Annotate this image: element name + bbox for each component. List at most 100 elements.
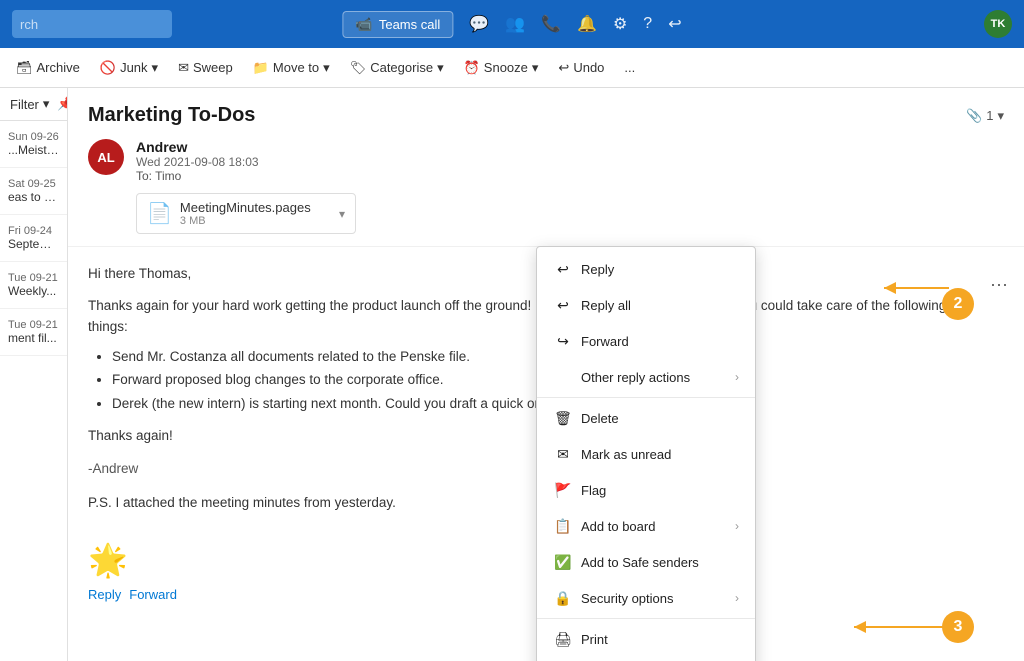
people-icon[interactable]: 👥 <box>505 14 525 34</box>
forward-icon: ↪ <box>553 331 573 351</box>
menu-reply-all-label: Reply all <box>581 298 631 313</box>
snooze-button[interactable]: ⏰ Snooze ▾ <box>456 56 547 80</box>
list-item[interactable]: Tue 09-21 ment fil... <box>0 309 67 356</box>
sweep-button[interactable]: ✉ Sweep <box>170 56 241 80</box>
categorise-icon: 🏷 <box>350 60 367 76</box>
menu-item-safe-senders[interactable]: ✅ Add to Safe senders <box>537 544 755 580</box>
email-count-area: 📎 1 ▾ <box>966 108 1004 124</box>
safe-sender-icon: ✅ <box>553 552 573 572</box>
menu-item-other-reply[interactable]: Other reply actions › <box>537 359 755 395</box>
menu-add-board-label: Add to board <box>581 519 655 534</box>
filter-label: Filter <box>10 97 39 112</box>
more-button[interactable]: ... <box>616 56 643 79</box>
top-bar: 📹 Teams call 💬 👥 📞 🔔 ⚙ ? ↩ TK <box>0 0 1024 48</box>
teams-call-label: Teams call <box>379 17 440 32</box>
email-meta: AL Andrew Wed 2021-09-08 18:03 To: Timo <box>88 139 1004 183</box>
gear-icon[interactable]: ⚙ <box>613 14 627 34</box>
junk-button[interactable]: 🚫 Junk ▾ <box>92 56 166 80</box>
menu-divider <box>537 397 755 398</box>
chevron-down-icon: ▾ <box>997 108 1004 124</box>
top-bar-center: 📹 Teams call 💬 👥 📞 🔔 ⚙ ? ↩ <box>342 11 681 38</box>
sidebar-item-date: Tue 09-21 <box>8 272 59 284</box>
callout-3: 3 <box>942 611 974 643</box>
chat-icon[interactable]: 💬 <box>469 14 489 34</box>
undo-button[interactable]: ↩ Undo <box>550 56 612 80</box>
chevron-right-icon: › <box>735 591 739 605</box>
menu-item-print[interactable]: 🖨 Print <box>537 621 755 657</box>
attachment-size: 3 MB <box>180 215 311 227</box>
menu-item-security[interactable]: 🔒 Security options › <box>537 580 755 616</box>
menu-item-mark-unread[interactable]: ✉ Mark as unread <box>537 436 755 472</box>
sidebar-item-sender: September... <box>8 237 59 251</box>
forward-link[interactable]: Forward <box>129 587 177 602</box>
sidebar-item-date: Sat 09-25 <box>8 178 59 190</box>
main-layout: Filter ▾ 📌 Sun 09-26 ...Meister... Sat 0… <box>0 88 1024 661</box>
menu-divider <box>537 618 755 619</box>
chevron-down-icon: ▾ <box>152 60 159 76</box>
board-icon: 📋 <box>553 516 573 536</box>
flag-icon: 🚩 <box>553 480 573 500</box>
archive-button[interactable]: 🗃 Archive <box>8 56 88 80</box>
sender-info: Andrew Wed 2021-09-08 18:03 To: Timo <box>136 139 259 183</box>
chevron-down-icon: ▾ <box>323 60 330 76</box>
menu-mark-unread-label: Mark as unread <box>581 447 671 462</box>
menu-flag-label: Flag <box>581 483 606 498</box>
menu-item-delete[interactable]: 🗑 Delete <box>537 400 755 436</box>
menu-safe-senders-label: Add to Safe senders <box>581 555 699 570</box>
menu-item-forward[interactable]: ↪ Forward <box>537 323 755 359</box>
context-menu: ↩ Reply ↩ Reply all ↪ Forward Oth <box>536 246 756 661</box>
sender-to: To: Timo <box>136 169 259 183</box>
sidebar-item-date: Fri 09-24 <box>8 225 59 237</box>
attachment-name: MeetingMinutes.pages <box>180 200 311 215</box>
undo-icon: ↩ <box>558 60 569 76</box>
sender-date: Wed 2021-09-08 18:03 <box>136 155 259 169</box>
video-icon: 📹 <box>355 16 372 33</box>
search-input[interactable] <box>12 10 172 38</box>
email-subject: Marketing To-Dos <box>88 104 255 127</box>
list-item[interactable]: Tue 09-21 Weekly... <box>0 262 67 309</box>
mark-unread-icon: ✉ <box>553 444 573 464</box>
categorise-button[interactable]: 🏷 Categorise ▾ <box>342 56 452 80</box>
bell-icon[interactable]: 🔔 <box>577 14 597 34</box>
print-icon: 🖨 <box>553 629 573 649</box>
top-bar-icons: TK <box>984 10 1012 38</box>
delete-icon: 🗑 <box>553 408 573 428</box>
menu-print-label: Print <box>581 632 608 647</box>
avatar[interactable]: TK <box>984 10 1012 38</box>
security-icon: 🔒 <box>553 588 573 608</box>
sidebar-item-sender: ...Meister... <box>8 143 59 157</box>
teams-call-button[interactable]: 📹 Teams call <box>342 11 453 38</box>
help-icon[interactable]: ? <box>643 15 652 33</box>
feedback-icon[interactable]: ↩ <box>668 14 681 34</box>
menu-other-reply-label: Other reply actions <box>581 370 690 385</box>
menu-forward-label: Forward <box>581 334 629 349</box>
menu-delete-label: Delete <box>581 411 619 426</box>
email-header: Marketing To-Dos 📎 1 ▾ AL Andrew Wed 202… <box>68 88 1024 247</box>
menu-reply-label: Reply <box>581 262 614 277</box>
more-options-button[interactable]: ··· <box>990 274 1008 295</box>
sidebar-item-sender: ment fil... <box>8 331 59 345</box>
reply-all-icon: ↩ <box>553 295 573 315</box>
sweep-icon: ✉ <box>178 60 189 76</box>
list-item[interactable]: Fri 09-24 September... <box>0 215 67 262</box>
reply-link[interactable]: Reply <box>88 587 121 602</box>
menu-item-reply-all[interactable]: ↩ Reply all <box>537 287 755 323</box>
list-item[interactable]: Sat 09-25 eas to h... <box>0 168 67 215</box>
attachment-box[interactable]: 📄 MeetingMinutes.pages 3 MB ▾ <box>136 193 356 234</box>
sidebar-item-sender: eas to h... <box>8 190 59 204</box>
list-item[interactable]: Sun 09-26 ...Meister... <box>0 121 67 168</box>
menu-item-reply[interactable]: ↩ Reply <box>537 251 755 287</box>
move-icon: 📁 <box>253 60 269 76</box>
move-to-button[interactable]: 📁 Move to ▾ <box>245 56 338 80</box>
toolbar: 🗃 Archive 🚫 Junk ▾ ✉ Sweep 📁 Move to ▾ 🏷… <box>0 48 1024 88</box>
email-content: Marketing To-Dos 📎 1 ▾ AL Andrew Wed 202… <box>68 88 1024 661</box>
phone-icon[interactable]: 📞 <box>541 14 561 34</box>
menu-item-add-board[interactable]: 📋 Add to board › <box>537 508 755 544</box>
menu-security-label: Security options <box>581 591 674 606</box>
menu-item-view[interactable]: 👁 View › <box>537 657 755 661</box>
chevron-right-icon: › <box>735 519 739 533</box>
menu-item-flag[interactable]: 🚩 Flag <box>537 472 755 508</box>
filter-bar[interactable]: Filter ▾ 📌 <box>0 88 67 121</box>
attachment-icon: 📄 <box>147 201 172 226</box>
sender-name: Andrew <box>136 139 259 155</box>
